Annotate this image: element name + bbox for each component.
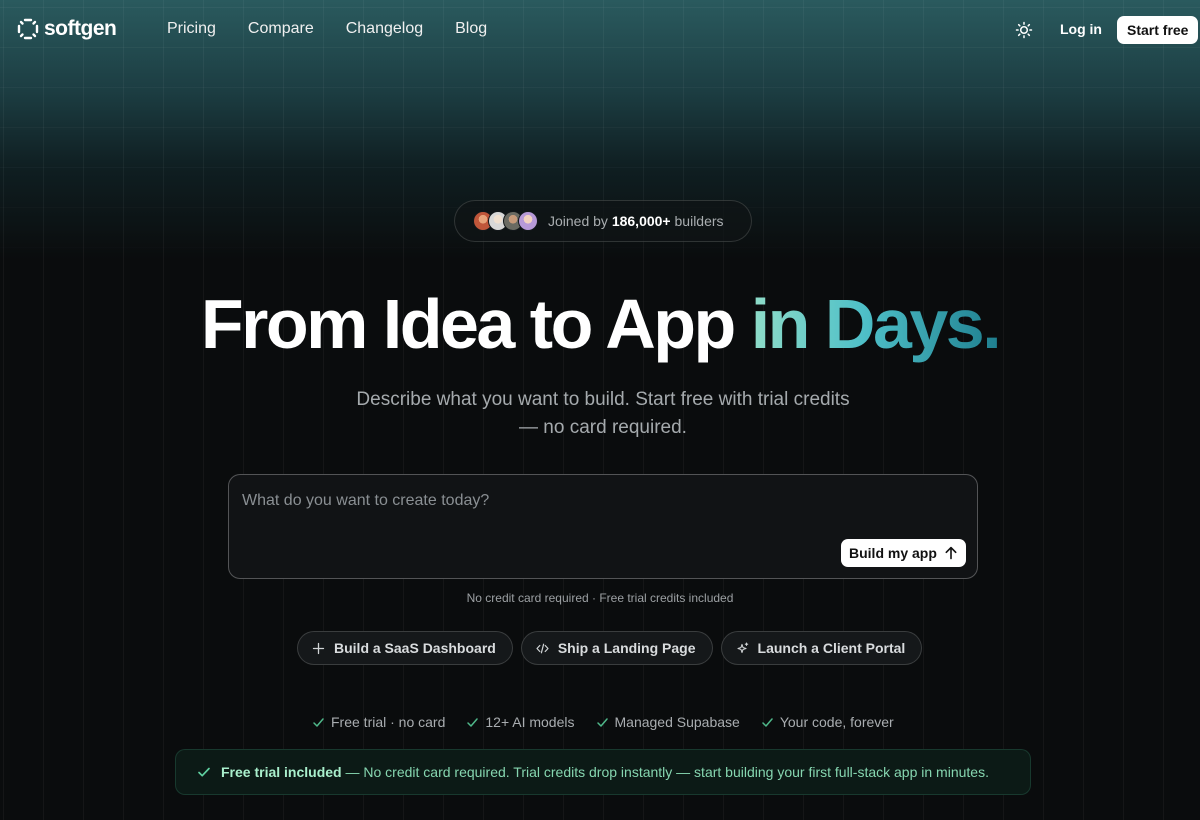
code-icon: [536, 643, 549, 653]
social-proof-text: Joined by 186,000+ builders: [548, 213, 724, 229]
suggestion-saas-dashboard[interactable]: Build a SaaS Dashboard: [297, 631, 513, 665]
start-free-button[interactable]: Start free: [1117, 16, 1199, 44]
suggestion-label: Launch a Client Portal: [757, 640, 906, 656]
nav-link-pricing[interactable]: Pricing: [167, 20, 216, 38]
feature-list: Free trial · no card 12+ AI models Manag…: [312, 714, 894, 730]
prompt-box: Build my app: [228, 474, 978, 579]
social-proof-pill: Joined by 186,000+ builders: [454, 200, 752, 242]
avatar: [518, 211, 538, 231]
social-proof-prefix: Joined by: [548, 213, 608, 229]
logo-text: softgen: [44, 17, 117, 40]
check-icon: [198, 767, 210, 777]
top-nav: softgen Pricing Compare Changelog Blog L…: [0, 0, 1200, 60]
avatar-group: [473, 211, 538, 231]
headline-main: From Idea to App: [200, 285, 736, 363]
banner-text: Free trial included — No credit card req…: [221, 764, 989, 780]
feature-label: 12+ AI models: [485, 714, 575, 730]
suggestion-client-portal[interactable]: Launch a Client Portal: [720, 631, 923, 665]
feature-item: Your code, forever: [761, 714, 894, 730]
nav-link-compare[interactable]: Compare: [248, 20, 314, 38]
feature-label: Your code, forever: [779, 714, 894, 730]
headline-accent: in Days.: [750, 285, 1002, 363]
build-app-button[interactable]: Build my app: [841, 539, 966, 567]
suggestion-chips: Build a SaaS Dashboard Ship a Landing Pa…: [297, 631, 923, 665]
check-icon: [467, 717, 479, 727]
nav-link-changelog[interactable]: Changelog: [346, 20, 423, 38]
check-icon: [762, 717, 773, 727]
suggestion-landing-page[interactable]: Ship a Landing Page: [520, 631, 713, 665]
social-proof-suffix: builders: [674, 213, 724, 229]
sun-icon[interactable]: [1014, 20, 1034, 40]
suggestion-label: Build a SaaS Dashboard: [334, 640, 496, 656]
check-icon: [313, 717, 324, 727]
prompt-input[interactable]: [242, 489, 962, 513]
nav-links: Pricing Compare Changelog Blog: [167, 20, 487, 38]
feature-label: Free trial · no card: [331, 714, 446, 730]
hero-headline: From Idea to App in Days.: [0, 284, 1200, 364]
banner-body: — No credit card required. Trial credits…: [341, 764, 989, 780]
build-app-label: Build my app: [849, 545, 937, 561]
login-link[interactable]: Log in: [1060, 21, 1102, 37]
suggestion-label: Ship a Landing Page: [557, 640, 696, 656]
logo-icon: [17, 18, 39, 40]
feature-item: Managed Supabase: [596, 714, 740, 730]
feature-item: 12+ AI models: [466, 714, 575, 730]
builder-count: 186,000+: [611, 213, 671, 229]
nav-link-blog[interactable]: Blog: [455, 20, 487, 38]
arrow-up-icon: [945, 546, 957, 560]
logo[interactable]: softgen: [16, 17, 117, 41]
check-icon: [596, 717, 608, 727]
hero-subhead: Describe what you want to build. Start f…: [356, 389, 850, 438]
plus-icon: [312, 642, 325, 654]
feature-item: Free trial · no card: [312, 714, 445, 730]
sparkles-icon: [736, 641, 748, 653]
free-trial-banner: Free trial included — No credit card req…: [175, 749, 1031, 795]
prompt-note: No credit card required · Free trial cre…: [466, 591, 734, 605]
banner-strong: Free trial included: [221, 764, 342, 780]
feature-label: Managed Supabase: [614, 714, 740, 730]
